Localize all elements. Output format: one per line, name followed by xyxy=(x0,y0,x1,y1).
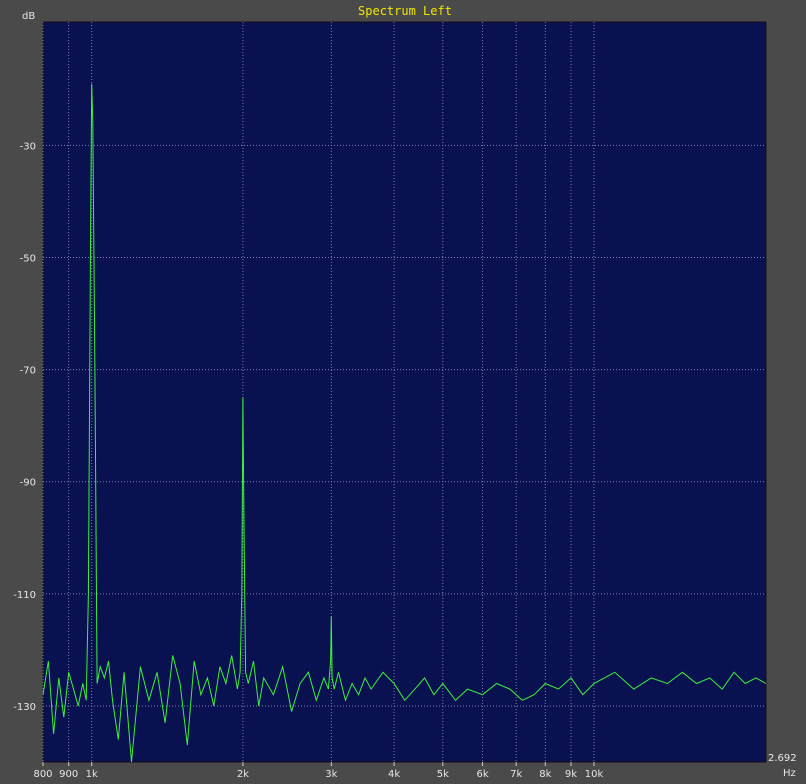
y-tick-label: -110 xyxy=(13,590,36,601)
x-tick-label: 1k xyxy=(86,769,98,780)
y-tick-label: -50 xyxy=(20,253,36,264)
spectrum-chart: -30 -50 -70 -90 -110 -130 800 900 1k 2k 3k 4k 5k 6k 7k… xyxy=(13,4,797,780)
x-tick-label: 8k xyxy=(539,769,551,780)
plot-area xyxy=(42,21,767,763)
spectrum-window: -30 -50 -70 -90 -110 -130 800 900 1k 2k 3k 4k 5k 6k 7k… xyxy=(0,0,806,784)
x-tick-label: 900 xyxy=(59,769,78,780)
x-tick-label: 3k xyxy=(325,769,337,780)
corner-readout: 2.692 xyxy=(768,753,797,764)
x-tick-label: 5k xyxy=(437,769,449,780)
x-axis-label: Hz xyxy=(783,768,796,779)
chart-title: Spectrum Left xyxy=(358,4,452,18)
y-tick-label: -130 xyxy=(13,702,36,713)
y-tick-label: -30 xyxy=(20,141,36,152)
y-axis-label: dB xyxy=(22,11,35,22)
x-tick-label: 9k xyxy=(565,769,577,780)
x-tick-label: 2k xyxy=(237,769,249,780)
x-tick-label: 7k xyxy=(510,769,522,780)
x-tick-label: 10k xyxy=(585,769,604,780)
x-tick-label: 6k xyxy=(476,769,488,780)
x-tick-label: 800 xyxy=(33,769,52,780)
y-tick-label: -90 xyxy=(20,478,36,489)
x-tick-label: 4k xyxy=(388,769,400,780)
y-tick-label: -70 xyxy=(20,366,36,377)
